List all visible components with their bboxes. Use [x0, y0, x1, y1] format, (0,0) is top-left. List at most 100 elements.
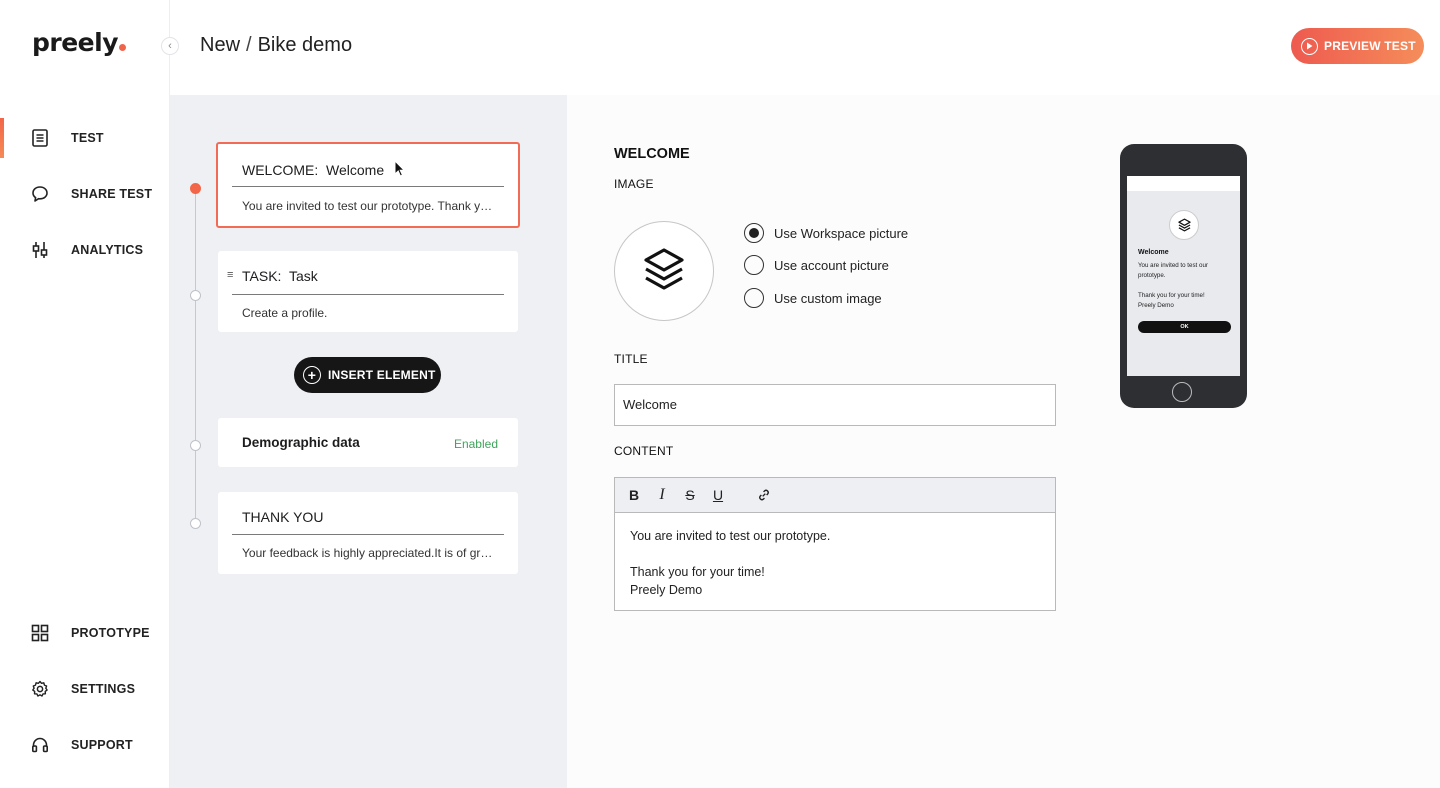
phone-layers-icon	[1169, 210, 1199, 240]
headset-icon	[30, 735, 50, 755]
radio-label: Use custom image	[774, 290, 882, 306]
welcome-card[interactable]: WELCOME: Welcome You are invited to test…	[216, 142, 520, 228]
card-type: WELCOME:	[242, 162, 319, 178]
sidebar-item-prototype[interactable]: PROTOTYPE	[0, 613, 170, 653]
phone-text: You are invited to test our prototype.	[1138, 262, 1208, 279]
test-flow-panel: WELCOME: Welcome You are invited to test…	[170, 95, 567, 788]
sidebar-item-label: SETTINGS	[71, 682, 136, 696]
card-divider	[232, 534, 504, 535]
phone-home-button	[1172, 382, 1192, 402]
card-text: Your feedback is highly appreciated.It i…	[242, 546, 496, 560]
editor-section-title: WELCOME	[614, 146, 690, 162]
preview-test-label: PREVIEW TEST	[1324, 39, 1416, 53]
italic-icon[interactable]: I	[655, 486, 669, 503]
gear-icon	[30, 679, 50, 699]
sidebar-item-label: PROTOTYPE	[71, 626, 150, 640]
radio-button[interactable]	[744, 288, 764, 308]
radio-custom-image[interactable]: Use custom image	[744, 288, 882, 308]
card-divider	[232, 186, 504, 187]
card-name: Welcome	[326, 162, 385, 178]
radio-label: Use Workspace picture	[774, 225, 909, 241]
radio-workspace-picture[interactable]: Use Workspace picture	[744, 223, 908, 243]
content-line	[630, 545, 1040, 563]
sidebar-item-support[interactable]: SUPPORT	[0, 725, 170, 765]
grid-icon	[30, 623, 50, 643]
card-text: You are invited to test our prototype. T…	[242, 199, 496, 213]
document-icon	[30, 128, 50, 148]
sidebar-item-test[interactable]: TEST	[0, 118, 170, 158]
layers-icon	[643, 247, 685, 296]
workspace-picture	[614, 221, 714, 321]
timeline-dot-demographic	[190, 440, 201, 451]
link-icon[interactable]	[757, 487, 771, 503]
insert-element-label: INSERT ELEMENT	[328, 368, 436, 382]
timeline-line	[195, 188, 196, 524]
strikethrough-icon[interactable]: S	[683, 487, 697, 503]
phone-screen: Welcome You are invited to test our prot…	[1127, 176, 1240, 376]
drag-handle-icon[interactable]: ≡	[227, 269, 233, 281]
demographic-card[interactable]: Demographic data Enabled	[218, 418, 518, 467]
card-name: Task	[288, 268, 318, 284]
card-type: TASK:	[242, 268, 282, 284]
title-label: TITLE	[614, 352, 648, 366]
content-editor-body[interactable]: You are invited to test our prototype. T…	[615, 513, 1055, 613]
radio-button[interactable]	[744, 255, 764, 275]
sidebar: preely TEST SHARE TEST ANALYTICS PROTOTY…	[0, 0, 170, 788]
sidebar-item-analytics[interactable]: ANALYTICS	[0, 230, 170, 270]
timeline-dot-welcome	[190, 183, 201, 194]
thank-you-card[interactable]: THANK YOU Your feedback is highly apprec…	[218, 492, 518, 574]
phone-text: Preely Demo	[1138, 302, 1174, 309]
task-card[interactable]: ≡ TASK: Task Create a profile.	[218, 251, 518, 332]
card-divider	[232, 294, 504, 295]
element-editor: WELCOME IMAGE Use Workspace picture Use …	[567, 95, 1440, 788]
breadcrumb: New / Bike demo	[200, 34, 352, 57]
phone-status-bar	[1127, 176, 1240, 191]
insert-element-button[interactable]: + INSERT ELEMENT	[294, 357, 441, 393]
content-line: Thank you for your time!	[630, 565, 765, 579]
chevron-left-icon: ‹	[168, 40, 172, 52]
rich-text-toolbar: B I S U	[615, 478, 1055, 513]
plus-circle-icon: +	[303, 366, 321, 384]
preely-logo[interactable]: preely	[32, 28, 127, 57]
card-title: WELCOME: Welcome	[242, 162, 384, 178]
sidebar-item-share-test[interactable]: SHARE TEST	[0, 174, 170, 214]
breadcrumb-separator: /	[246, 34, 252, 56]
radio-checked-indicator	[749, 228, 759, 238]
sidebar-collapse-button[interactable]: ‹	[161, 37, 179, 55]
sidebar-item-label: SUPPORT	[71, 738, 133, 752]
sidebar-item-label: TEST	[71, 131, 104, 145]
sidebar-item-label: SHARE TEST	[71, 187, 153, 201]
phone-title: Welcome	[1138, 249, 1169, 256]
play-icon	[1301, 37, 1318, 55]
card-text: Create a profile.	[242, 306, 328, 320]
sidebar-item-settings[interactable]: SETTINGS	[0, 669, 170, 709]
title-input[interactable]: Welcome	[614, 384, 1056, 426]
radio-label: Use account picture	[774, 257, 889, 273]
image-label: IMAGE	[614, 177, 654, 191]
phone-ok-button: OK	[1138, 321, 1231, 333]
card-title: Demographic data	[242, 435, 360, 450]
content-editor[interactable]: B I S U You are invited to test our prot…	[614, 477, 1056, 611]
radio-button[interactable]	[744, 223, 764, 243]
sliders-icon	[30, 240, 50, 260]
logo-dot	[119, 44, 127, 51]
content-label: CONTENT	[614, 444, 674, 458]
card-title: TASK: Task	[242, 268, 318, 284]
preview-test-button[interactable]: PREVIEW TEST	[1291, 28, 1424, 64]
status-badge: Enabled	[453, 437, 498, 451]
sidebar-item-label: ANALYTICS	[71, 243, 144, 257]
chat-bubble-icon	[30, 184, 50, 204]
underline-icon[interactable]: U	[711, 487, 725, 503]
header: New / Bike demo PREVIEW TEST	[170, 0, 1440, 95]
bold-icon[interactable]: B	[627, 487, 641, 503]
breadcrumb-current: Bike demo	[257, 34, 353, 56]
radio-account-picture[interactable]: Use account picture	[744, 255, 889, 275]
mouse-cursor-icon	[394, 159, 406, 182]
card-title: THANK YOU	[242, 509, 324, 525]
phone-text: Thank you for your time!	[1138, 292, 1205, 299]
phone-preview: Welcome You are invited to test our prot…	[1120, 144, 1247, 408]
content-line: Preely Demo	[630, 583, 703, 597]
timeline-dot-thank-you	[190, 518, 201, 529]
content-line: You are invited to test our prototype.	[630, 529, 831, 543]
breadcrumb-parent[interactable]: New	[200, 34, 240, 56]
